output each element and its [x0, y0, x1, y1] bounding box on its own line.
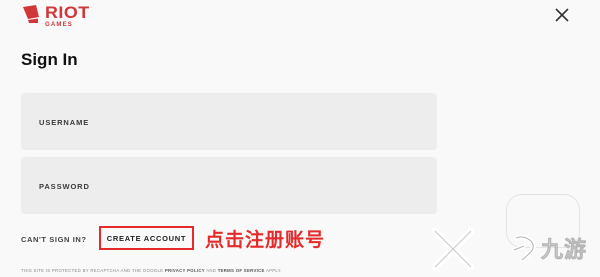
create-account-link[interactable]: CREATE ACCOUNT	[99, 226, 194, 250]
username-label: USERNAME	[39, 118, 90, 127]
password-field[interactable]: PASSWORD	[21, 157, 437, 214]
legal-prefix: THIS SITE IS PROTECTED BY RECAPTCHA AND …	[21, 268, 164, 273]
terms-of-service-link[interactable]: TERMS OF SERVICE	[218, 268, 265, 273]
close-button[interactable]	[543, 0, 581, 30]
logo-subtext: GAMES	[45, 22, 74, 28]
watermark-text: 九游	[541, 238, 588, 264]
watermark: 九游	[510, 232, 587, 264]
logo-wordmark: RIOT	[45, 3, 90, 22]
jiuyou-logo-icon	[512, 234, 536, 262]
cant-sign-in-link[interactable]: CAN'T SIGN IN?	[21, 235, 87, 244]
fist-icon	[23, 5, 39, 23]
close-icon	[555, 8, 569, 22]
page-title: Sign In	[21, 50, 78, 69]
x-watermark-icon	[431, 227, 475, 274]
password-label: PASSWORD	[39, 182, 90, 191]
legal-suffix: APPLY.	[265, 268, 282, 273]
create-account-label: CREATE ACCOUNT	[106, 233, 187, 243]
legal-notice: THIS SITE IS PROTECTED BY RECAPTCHA AND …	[21, 268, 282, 273]
riot-games-logo[interactable]: RIOT GAMES	[21, 3, 90, 28]
privacy-policy-link[interactable]: PRIVACY POLICY	[165, 268, 205, 273]
username-field[interactable]: USERNAME	[21, 93, 437, 150]
legal-and: AND	[206, 268, 217, 273]
annotation-label: 点击注册账号	[205, 229, 326, 251]
